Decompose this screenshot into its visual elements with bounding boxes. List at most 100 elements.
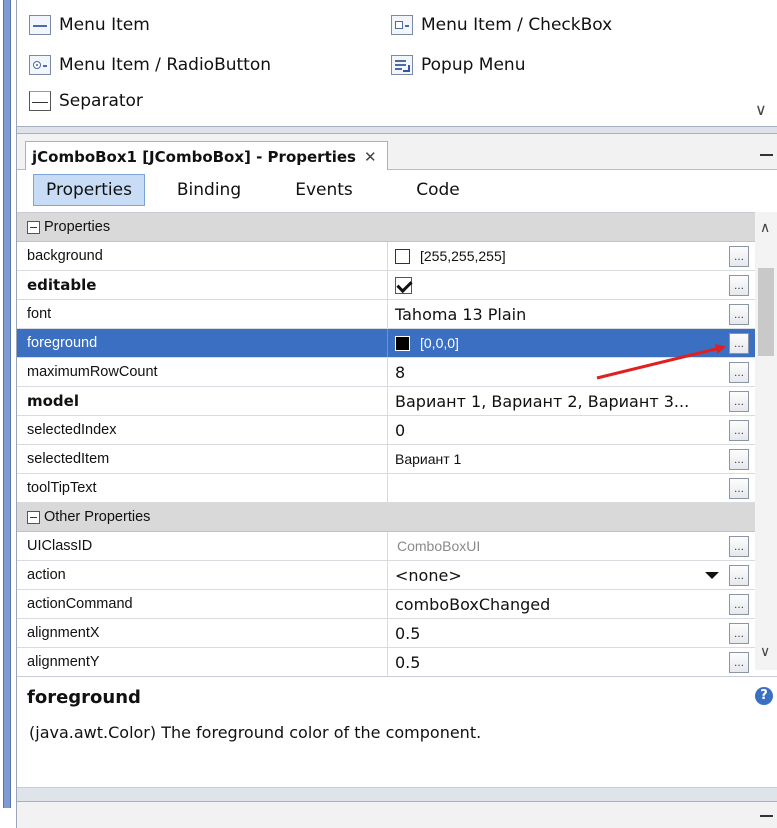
- section-other-properties[interactable]: Other Properties: [17, 503, 755, 532]
- property-name: toolTipText: [17, 474, 388, 502]
- property-value[interactable]: [255,255,255]: [389, 242, 725, 270]
- property-row-foreground[interactable]: foreground [0,0,0] …: [17, 329, 755, 358]
- menu-item-icon: [29, 15, 51, 35]
- scroll-up-icon[interactable]: ∧: [760, 220, 770, 236]
- tab-events[interactable]: Events: [279, 174, 369, 206]
- property-row-alignmenty[interactable]: alignmentY 0.5 …: [17, 648, 755, 677]
- property-row-tooltiptext[interactable]: toolTipText …: [17, 474, 755, 503]
- minimize-icon[interactable]: [760, 815, 773, 817]
- property-row-selecteditem[interactable]: selectedItem Вариант 1 …: [17, 445, 755, 474]
- property-subtabs: Properties Binding Events Code: [17, 170, 777, 212]
- property-row-model[interactable]: model Вариант 1, Вариант 2, Вариант 3...…: [17, 387, 755, 416]
- ellipsis-button[interactable]: …: [729, 565, 749, 586]
- description-text: (java.awt.Color) The foreground color of…: [29, 723, 482, 742]
- ellipsis-button[interactable]: …: [729, 333, 749, 354]
- description-panel: foreground (java.awt.Color) The foregrou…: [17, 676, 777, 788]
- color-swatch: [395, 248, 410, 264]
- left-sidebar-bar[interactable]: [3, 0, 11, 808]
- palette-item-label: Separator: [59, 91, 143, 111]
- bottom-splitter[interactable]: [17, 788, 777, 802]
- ellipsis-button[interactable]: …: [729, 304, 749, 325]
- property-row-uiclassid[interactable]: UIClassID ComboBoxUI …: [17, 532, 755, 561]
- tab-binding[interactable]: Binding: [159, 174, 259, 206]
- ellipsis-button[interactable]: …: [729, 391, 749, 412]
- ellipsis-button[interactable]: …: [729, 362, 749, 383]
- help-icon[interactable]: ?: [755, 687, 773, 705]
- property-name: background: [17, 242, 388, 270]
- property-name: foreground: [17, 329, 388, 357]
- property-row-font[interactable]: font Tahoma 13 Plain …: [17, 300, 755, 329]
- property-name: maximumRowCount: [17, 358, 388, 386]
- property-value[interactable]: [0,0,0]: [389, 329, 725, 357]
- window-tab-title: jComboBox1 [JComboBox] - Properties: [32, 147, 356, 166]
- ellipsis-button[interactable]: …: [729, 536, 749, 557]
- collapse-icon[interactable]: [27, 510, 40, 524]
- property-name: alignmentX: [17, 619, 388, 647]
- panel-splitter[interactable]: [17, 126, 777, 134]
- property-value[interactable]: <none>: [389, 561, 725, 589]
- property-row-editable[interactable]: editable …: [17, 271, 755, 300]
- property-name: editable: [17, 271, 388, 299]
- property-name: selectedItem: [17, 445, 388, 473]
- palette-item-separator[interactable]: Separator: [29, 87, 143, 115]
- property-value[interactable]: 0: [389, 416, 725, 444]
- section-label: Properties: [44, 219, 111, 235]
- property-value[interactable]: comboBoxChanged: [389, 590, 725, 618]
- tab-properties[interactable]: Properties: [33, 174, 145, 206]
- ellipsis-button[interactable]: …: [729, 420, 749, 441]
- window-tab-header: jComboBox1 [JComboBox] - Properties ✕: [17, 134, 777, 171]
- section-properties[interactable]: Properties: [17, 213, 755, 242]
- ellipsis-button[interactable]: …: [729, 623, 749, 644]
- property-row-selectedindex[interactable]: selectedIndex 0 …: [17, 416, 755, 445]
- ellipsis-button[interactable]: …: [729, 449, 749, 470]
- property-value[interactable]: [389, 474, 725, 502]
- property-value[interactable]: 8: [389, 358, 725, 386]
- property-value[interactable]: [389, 271, 725, 299]
- property-name: selectedIndex: [17, 416, 388, 444]
- ellipsis-button[interactable]: …: [729, 652, 749, 673]
- properties-window: Menu Item Menu Item / CheckBox Menu Item…: [16, 0, 777, 828]
- menu-item-radiobutton-icon: [29, 55, 51, 75]
- properties-window-tab[interactable]: jComboBox1 [JComboBox] - Properties ✕: [25, 141, 388, 171]
- palette-item-label: Menu Item / CheckBox: [421, 15, 613, 35]
- property-value[interactable]: 0.5: [389, 648, 725, 676]
- property-row-background[interactable]: background [255,255,255] …: [17, 242, 755, 271]
- palette-item-label: Menu Item: [59, 15, 150, 35]
- collapse-icon[interactable]: [27, 220, 40, 234]
- property-name: actionCommand: [17, 590, 388, 618]
- palette-item-popup-menu[interactable]: Popup Menu: [391, 51, 525, 79]
- palette-item-menu-item[interactable]: Menu Item: [29, 11, 150, 39]
- ellipsis-button[interactable]: …: [729, 478, 749, 499]
- scrollbar-thumb[interactable]: [758, 268, 774, 356]
- dropdown-arrow-icon[interactable]: [705, 572, 719, 579]
- property-row-actioncommand[interactable]: actionCommand comboBoxChanged …: [17, 590, 755, 619]
- minimize-icon[interactable]: [760, 154, 773, 156]
- property-value[interactable]: 0.5: [389, 619, 725, 647]
- tab-code[interactable]: Code: [403, 174, 473, 206]
- property-sheet: Properties background [255,255,255] … ed…: [17, 212, 777, 677]
- property-row-action[interactable]: action <none> …: [17, 561, 755, 590]
- checkbox[interactable]: [395, 276, 412, 294]
- palette-item-label: Popup Menu: [421, 55, 526, 75]
- property-value[interactable]: Вариант 1: [389, 445, 725, 473]
- ellipsis-button[interactable]: …: [729, 246, 749, 267]
- palette-item-menu-item-checkbox[interactable]: Menu Item / CheckBox: [391, 11, 612, 39]
- property-value[interactable]: Tahoma 13 Plain: [389, 300, 725, 328]
- property-row-alignmentx[interactable]: alignmentX 0.5 …: [17, 619, 755, 648]
- property-value[interactable]: Вариант 1, Вариант 2, Вариант 3...: [389, 387, 725, 415]
- ellipsis-button[interactable]: …: [729, 275, 749, 296]
- property-name: alignmentY: [17, 648, 388, 676]
- property-row-maximumrowcount[interactable]: maximumRowCount 8 …: [17, 358, 755, 387]
- property-name: font: [17, 300, 388, 328]
- bottom-panel-header: [17, 802, 777, 828]
- close-icon[interactable]: ✕: [364, 148, 377, 166]
- property-name: UIClassID: [17, 532, 388, 560]
- property-name: model: [17, 387, 388, 415]
- scroll-down-icon[interactable]: ∨: [760, 644, 770, 660]
- popup-menu-icon: [391, 55, 413, 75]
- palette-scroll-down-icon[interactable]: ∨: [755, 100, 767, 119]
- left-gutter: [0, 0, 14, 828]
- property-scrollbar[interactable]: ∧ ∨: [755, 212, 777, 670]
- palette-item-menu-item-radiobutton[interactable]: Menu Item / RadioButton: [29, 51, 271, 79]
- ellipsis-button[interactable]: …: [729, 594, 749, 615]
